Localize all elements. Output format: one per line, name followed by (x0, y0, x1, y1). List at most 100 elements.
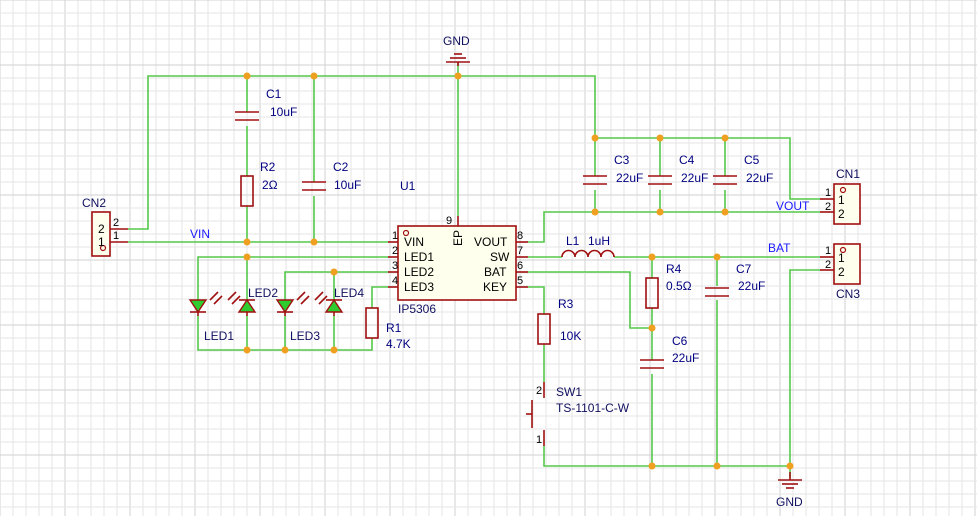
schematic-canvas: GND GND U1 IP5306 1 2 3 4 VIN LED1 LED2 … (0, 0, 977, 516)
cn1-ref: CN1 (836, 167, 860, 181)
inductor-l1[interactable]: L1 1uH (561, 234, 615, 258)
junction-dot (243, 253, 251, 261)
pin-num-3: 3 (392, 260, 398, 272)
c7-value: 22uF (738, 279, 765, 293)
c6-ref: C6 (672, 334, 688, 348)
r2-value: 2Ω (262, 178, 278, 192)
sw1-ref: SW1 (556, 385, 582, 399)
net-label-vout: VOUT (776, 199, 810, 213)
junction-dot (721, 208, 729, 216)
junction-dot (243, 238, 251, 246)
resistor-r4[interactable]: R4 0.5Ω (645, 262, 692, 309)
cn2-ref: CN2 (82, 196, 106, 210)
led1-label: LED1 (204, 329, 234, 343)
c2-value: 10uF (334, 178, 361, 192)
c1-value: 10uF (270, 105, 297, 119)
cn2-inner-pin-1: 1 (98, 235, 105, 249)
cn1-inner-pin-2: 2 (838, 207, 845, 221)
r2-ref: R2 (260, 160, 276, 174)
r4-ref: R4 (666, 262, 682, 276)
junction-dot (591, 134, 599, 142)
pin-name-led2: LED2 (404, 265, 434, 279)
c4-value: 22uF (681, 171, 708, 185)
cn3-ref: CN3 (836, 287, 860, 301)
sw1-pin2: 2 (536, 385, 542, 397)
cn1-inner-pin-1: 1 (838, 193, 845, 207)
wire-led3-pin (371, 286, 388, 308)
c7-ref: C7 (736, 262, 752, 276)
pin-name-vin: VIN (404, 235, 424, 249)
pin-name-ep: EP (451, 230, 465, 246)
gnd-top-label: GND (443, 34, 470, 48)
cn2-inner-pin-2: 2 (98, 222, 105, 236)
gnd-bottom-label: GND (776, 495, 803, 509)
r3-value: 10K (560, 329, 581, 343)
pin-num-6: 6 (517, 260, 523, 272)
net-label-bat: BAT (768, 241, 791, 255)
pin-name-led1: LED1 (404, 250, 434, 264)
pin-num-8: 8 (517, 230, 523, 242)
cn2-outer-pin-1: 1 (113, 230, 119, 242)
ic-ref: U1 (400, 179, 416, 193)
pin-name-key: KEY (483, 280, 507, 294)
r3-ref: R3 (558, 297, 574, 311)
junction-dot (281, 346, 289, 354)
junction-dot (648, 324, 656, 332)
pin-name-led3: LED3 (404, 280, 434, 294)
cn1-outer-pin-1: 1 (825, 187, 831, 199)
cn3-inner-pin-1: 1 (838, 251, 845, 265)
net-label-vin: VIN (190, 227, 210, 241)
pin-num-5: 5 (517, 275, 523, 287)
l1-ref: L1 (566, 234, 580, 248)
cn3-inner-pin-2: 2 (838, 265, 845, 279)
cn3-outer-pin-2: 2 (825, 259, 831, 271)
c6-value: 22uF (672, 351, 699, 365)
pin-num-2: 2 (392, 245, 398, 257)
wire-key (528, 286, 545, 314)
r1-ref: R1 (386, 321, 402, 335)
pin-name-bat: BAT (484, 265, 507, 279)
connector-cn1[interactable]: CN1 1 2 1 2 (820, 167, 861, 225)
c1-ref: C1 (266, 87, 282, 101)
l1-value: 1uH (588, 234, 610, 248)
wire-bat-pin (528, 271, 652, 329)
junction-dot (454, 72, 462, 80)
capacitor-c7[interactable]: C7 22uF (705, 262, 765, 297)
led2-label: LED2 (248, 286, 278, 300)
cn2-outer-pin-2: 2 (113, 217, 119, 229)
r4-value: 0.5Ω (666, 279, 692, 293)
junction-dot (721, 134, 729, 142)
junction-dot (648, 462, 656, 470)
cn1-outer-pin-2: 2 (825, 201, 831, 213)
junction-dot (591, 208, 599, 216)
junction-dot (713, 462, 721, 470)
junction-dot (310, 238, 318, 246)
junction-dot (330, 346, 338, 354)
pin-name-sw: SW (490, 250, 510, 264)
c4-ref: C4 (679, 153, 695, 167)
led3-label: LED3 (290, 329, 320, 343)
gnd-symbol-top: GND (443, 34, 470, 66)
wire-cn3-gnd (789, 269, 820, 478)
capacitor-c2[interactable]: C2 10uF (302, 160, 361, 192)
c5-ref: C5 (744, 153, 760, 167)
switch-sw1[interactable]: 2 1 SW1 TS-1101-C-W (526, 382, 630, 446)
pin-num-4: 4 (392, 275, 398, 287)
wire-top-rail (128, 75, 596, 230)
led4-label: LED4 (334, 286, 364, 300)
pin-num-9: 9 (446, 215, 452, 227)
sw1-pin1: 1 (536, 434, 542, 446)
r1-value: 4.7K (386, 337, 411, 351)
junction-dot (656, 134, 664, 142)
junction-dot (648, 253, 656, 261)
junction-dot (713, 253, 721, 261)
junction-dot (310, 72, 318, 80)
junction-dot (330, 268, 338, 276)
junction-dot (243, 72, 251, 80)
cn3-outer-pin-1: 1 (825, 245, 831, 257)
pin-num-7: 7 (517, 245, 523, 257)
sw1-part: TS-1101-C-W (556, 401, 630, 415)
junction-dot (656, 208, 664, 216)
pin-num-1: 1 (392, 230, 398, 242)
junction-dot (786, 462, 794, 470)
